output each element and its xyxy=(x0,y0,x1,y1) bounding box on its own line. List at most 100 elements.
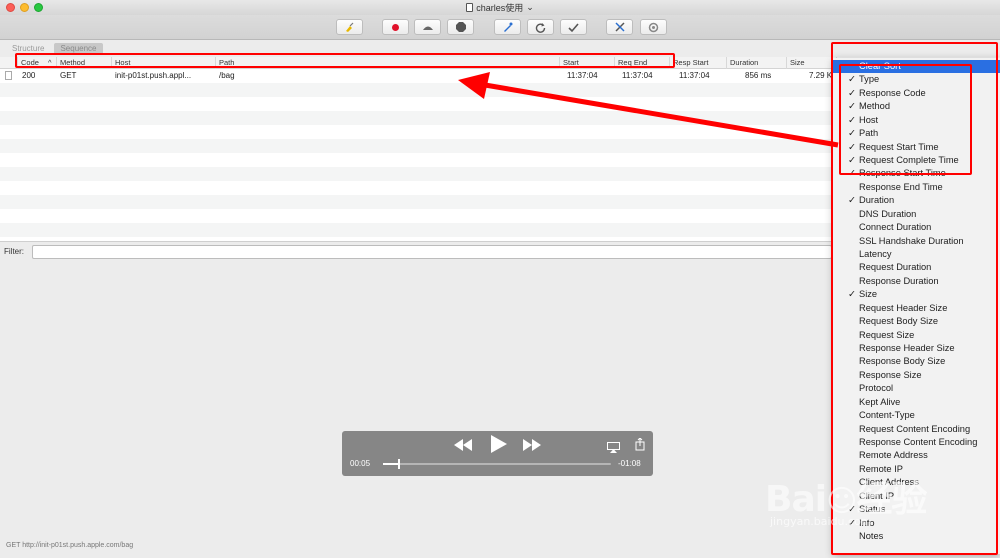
fast-forward-button[interactable] xyxy=(523,438,541,454)
menu-item[interactable]: Connect Duration xyxy=(833,221,1000,234)
maximize-window-button[interactable] xyxy=(34,3,43,12)
column-header-duration[interactable]: Duration xyxy=(727,57,787,69)
column-header-code[interactable]: Code ^ xyxy=(18,57,57,69)
video-scrubber-handle[interactable] xyxy=(397,459,400,469)
menu-item[interactable]: ✓ Method xyxy=(833,100,1000,113)
menu-item[interactable]: Request Header Size xyxy=(833,302,1000,315)
cell-start: 11:37:04 xyxy=(567,71,598,80)
menu-item[interactable]: Protocol xyxy=(833,382,1000,395)
menu-item-label: Remote Address xyxy=(859,450,928,461)
title-bar: charles使用 ⌄ xyxy=(0,0,1000,15)
menu-item[interactable]: Kept Alive xyxy=(833,396,1000,409)
menu-item[interactable]: Content-Type xyxy=(833,409,1000,422)
video-progress-fill xyxy=(383,463,399,465)
rewind-button[interactable] xyxy=(454,438,472,454)
compose-icon[interactable] xyxy=(494,19,521,35)
close-window-button[interactable] xyxy=(6,3,15,12)
menu-item-label: Request Start Time xyxy=(859,141,939,152)
menu-item[interactable]: ✓ Host xyxy=(833,114,1000,127)
column-header-start[interactable]: Start xyxy=(560,57,615,69)
column-header-host[interactable]: Host xyxy=(112,57,216,69)
checkmark-icon: ✓ xyxy=(848,289,856,301)
checkmark-icon: ✓ xyxy=(848,74,856,86)
menu-item-label: Protocol xyxy=(859,383,894,394)
menu-item[interactable]: Notes xyxy=(833,530,1000,543)
window-title-text: charles使用 xyxy=(476,3,524,13)
menu-item-label: Duration xyxy=(859,195,895,206)
menu-item[interactable]: Latency xyxy=(833,248,1000,261)
menu-item-label: Request Header Size xyxy=(859,302,948,313)
menu-item[interactable]: ✓ Request Start Time xyxy=(833,141,1000,154)
menu-item[interactable]: SSL Handshake Duration xyxy=(833,235,1000,248)
menu-item[interactable]: ✓ Duration xyxy=(833,194,1000,207)
document-icon xyxy=(466,3,474,12)
window-title: charles使用 ⌄ xyxy=(466,1,534,14)
menu-item[interactable]: Request Content Encoding xyxy=(833,423,1000,436)
menu-item[interactable]: Remote Address xyxy=(833,449,1000,462)
menu-item[interactable]: Clear Sort xyxy=(833,60,1000,74)
menu-item[interactable]: Request Duration xyxy=(833,261,1000,274)
repeat-icon[interactable] xyxy=(527,19,554,35)
tools-icon[interactable] xyxy=(606,19,633,35)
toolbar xyxy=(0,15,1000,40)
menu-item[interactable]: Request Size xyxy=(833,329,1000,342)
menu-item[interactable]: Response Body Size xyxy=(833,355,1000,368)
menu-item-label: Notes xyxy=(859,531,884,542)
menu-item[interactable]: Response Header Size xyxy=(833,342,1000,355)
column-header-size[interactable]: Size xyxy=(787,57,837,69)
menu-item[interactable]: ✓ Request Complete Time xyxy=(833,154,1000,167)
menu-item-label: Latency xyxy=(859,249,892,260)
sort-ascending-icon: ^ xyxy=(48,58,52,67)
watermark-url: jingyan.baidu.com xyxy=(770,515,872,528)
validate-icon[interactable] xyxy=(560,19,587,35)
column-header-req-end[interactable]: Req End xyxy=(615,57,670,69)
menu-item[interactable]: Response End Time xyxy=(833,181,1000,194)
checkmark-icon: ✓ xyxy=(848,128,856,140)
menu-item-label: Connect Duration xyxy=(859,222,932,233)
menu-item[interactable]: ✓ Path xyxy=(833,127,1000,140)
share-icon[interactable] xyxy=(635,437,645,454)
checkmark-icon: ✓ xyxy=(848,101,856,113)
menu-item-label: Size xyxy=(859,289,878,300)
video-player-controls: 00:05 -01:08 xyxy=(342,431,653,476)
menu-item[interactable]: Response Duration xyxy=(833,275,1000,288)
filter-input[interactable] xyxy=(32,245,832,259)
menu-item-label: SSL Handshake Duration xyxy=(859,235,964,246)
menu-item[interactable]: ✓ Size xyxy=(833,288,1000,301)
checkmark-icon: ✓ xyxy=(848,87,856,99)
file-icon xyxy=(5,71,12,80)
cell-path: /bag xyxy=(219,71,235,80)
column-header-method[interactable]: Method xyxy=(57,57,112,69)
checkmark-icon: ✓ xyxy=(848,114,856,126)
throttle-icon[interactable] xyxy=(414,19,441,35)
menu-item-label: Response Header Size xyxy=(859,343,955,354)
menu-item[interactable]: ✓ Response Start Time xyxy=(833,167,1000,180)
chevron-down-icon[interactable]: ⌄ xyxy=(526,2,534,13)
column-header-type[interactable] xyxy=(0,57,18,69)
menu-item-label: Request Size xyxy=(859,329,915,340)
menu-item[interactable]: Request Body Size xyxy=(833,315,1000,328)
menu-item[interactable]: ✓ Response Code xyxy=(833,87,1000,100)
settings-icon[interactable] xyxy=(640,19,667,35)
column-header-resp-start[interactable]: Resp Start xyxy=(670,57,727,69)
menu-item[interactable]: Response Size xyxy=(833,369,1000,382)
view-tabs: Structure Sequence xyxy=(6,43,103,54)
breakpoint-icon[interactable] xyxy=(447,19,474,35)
airplay-icon[interactable] xyxy=(607,440,620,456)
play-button[interactable] xyxy=(491,435,507,456)
menu-item-label: Response Start Time xyxy=(859,168,946,179)
tab-structure[interactable]: Structure xyxy=(6,43,50,54)
broom-icon[interactable] xyxy=(336,19,363,35)
tab-sequence[interactable]: Sequence xyxy=(54,43,103,54)
filter-label: Filter: xyxy=(4,247,24,256)
minimize-window-button[interactable] xyxy=(20,3,29,12)
menu-item[interactable]: Response Content Encoding xyxy=(833,436,1000,449)
menu-item[interactable]: DNS Duration xyxy=(833,208,1000,221)
remaining-time: -01:08 xyxy=(618,459,641,468)
column-header-path[interactable]: Path xyxy=(216,57,560,69)
video-scrubber[interactable] xyxy=(383,459,611,469)
menu-item[interactable]: ✓ Type xyxy=(833,73,1000,86)
cell-host: init-p01st.push.appl... xyxy=(115,71,192,80)
record-icon[interactable] xyxy=(382,19,409,35)
menu-item-label: Response Code xyxy=(859,87,926,98)
